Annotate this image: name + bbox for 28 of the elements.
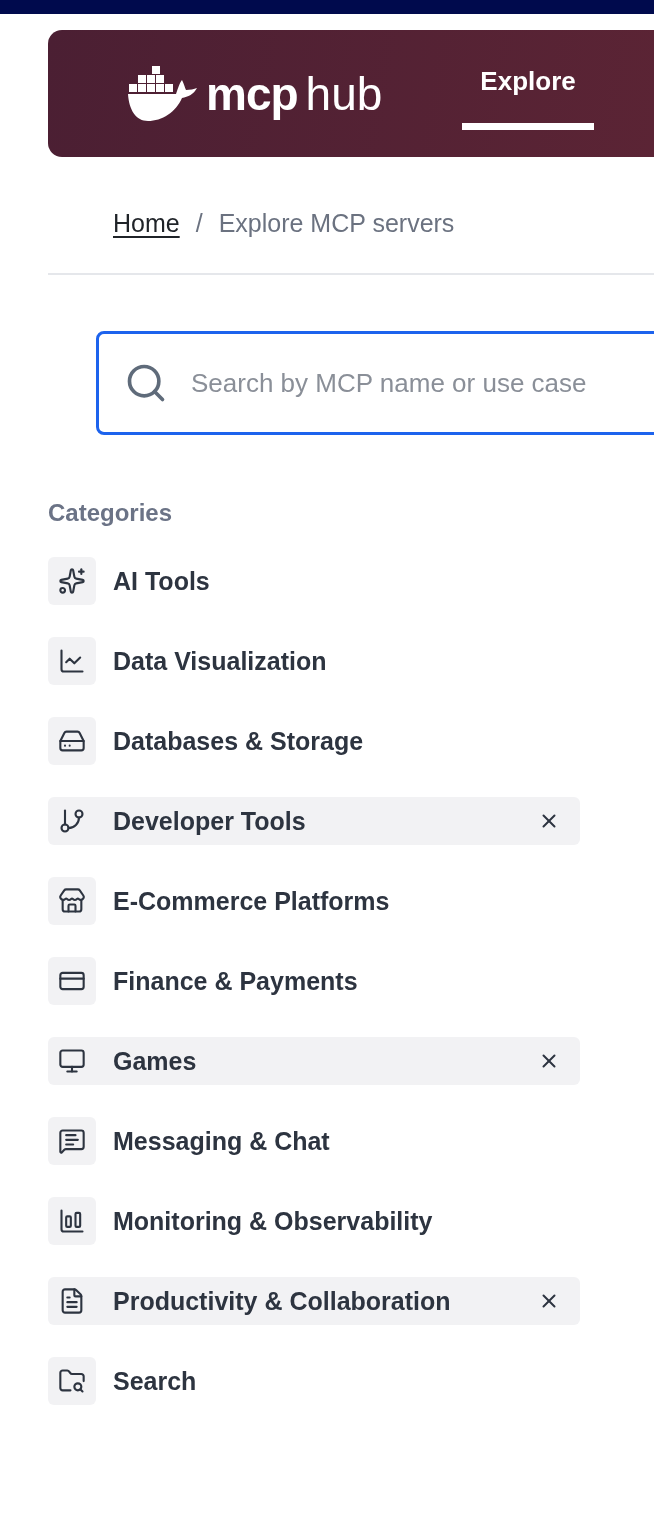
breadcrumb-link[interactable]: Home <box>113 208 180 238</box>
logo-text: hub <box>305 66 383 121</box>
category-item[interactable]: Databases & Storage <box>48 717 654 765</box>
sparkles-icon <box>58 567 86 595</box>
store-icon <box>58 887 86 915</box>
message-icon <box>58 1127 86 1155</box>
whale-logo-icon <box>128 65 198 122</box>
logo-text: mcp <box>206 66 298 121</box>
breadcrumb-separator: / <box>195 208 203 238</box>
category-item[interactable]: AI Tools <box>48 557 654 605</box>
category-item[interactable]: Developer Tools <box>48 797 580 845</box>
category-item[interactable]: Data Visualization <box>48 637 654 685</box>
search-field[interactable]: Search by MCP name or use case <box>96 331 654 435</box>
category-item[interactable]: Search <box>48 1357 654 1405</box>
breadcrumb-current: Explore MCP servers <box>218 208 455 238</box>
line-chart-icon <box>58 647 86 675</box>
bar-chart-icon <box>58 1207 86 1235</box>
nav-tab[interactable]: Explore <box>462 30 594 130</box>
category-item[interactable]: Productivity & Collaboration <box>48 1277 580 1325</box>
folder-search-icon <box>58 1367 86 1395</box>
category-item[interactable]: Messaging & Chat <box>48 1117 654 1165</box>
category-item[interactable]: Games <box>48 1037 580 1085</box>
category-item[interactable]: Monitoring & Observability <box>48 1197 654 1245</box>
categories-heading: Categories <box>48 499 174 527</box>
monitor-icon <box>58 1047 86 1075</box>
category-item[interactable]: E-Commerce Platforms <box>48 877 654 925</box>
branch-icon <box>58 807 86 835</box>
category-item[interactable]: Finance & Payments <box>48 957 654 1005</box>
